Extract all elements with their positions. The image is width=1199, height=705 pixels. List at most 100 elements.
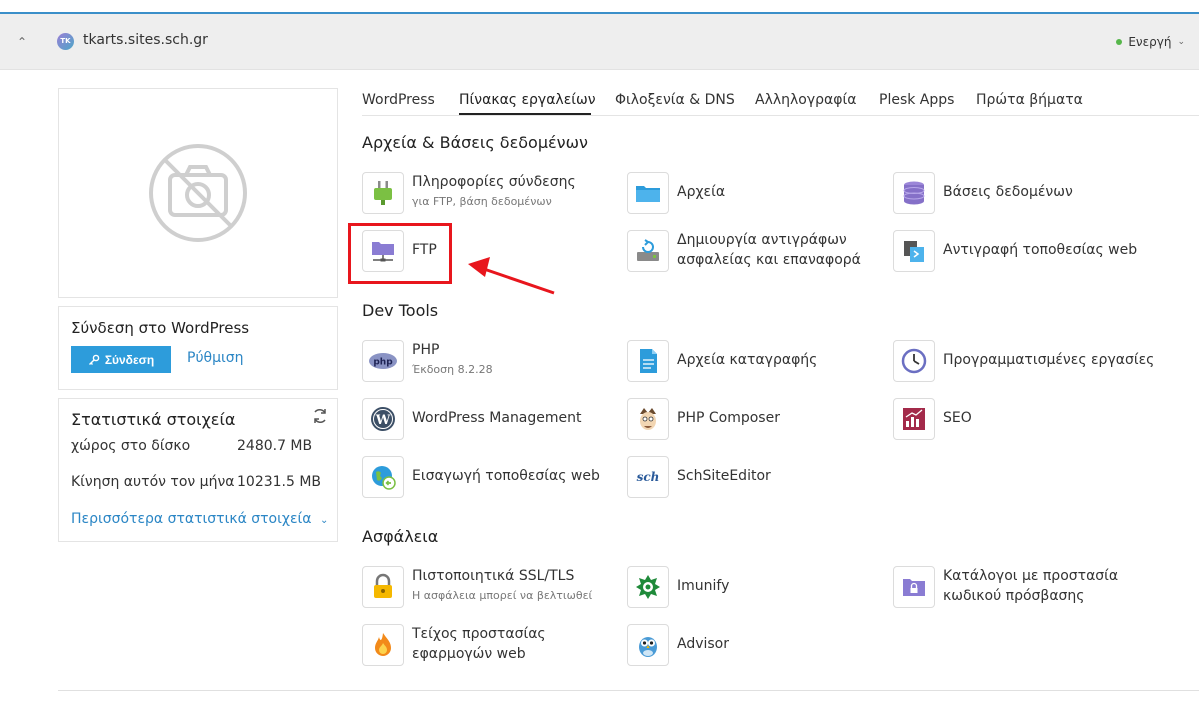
tool-php-composer[interactable]: PHP Composer <box>627 398 780 440</box>
wordpress-login-label: Σύνδεση <box>104 352 155 367</box>
tool-label-line2: εφαρμογών web <box>412 646 526 662</box>
database-icon <box>893 172 935 214</box>
tool-sublabel: Η ασφάλεια μπορεί να βελτιωθεί <box>412 589 593 602</box>
tool-connection-info[interactable]: Πληροφορίες σύνδεσης για FTP, βάση δεδομ… <box>362 172 576 214</box>
wordpress-icon: W <box>362 398 404 440</box>
tool-label: Imunify <box>677 578 730 594</box>
php-icon: php <box>362 340 404 382</box>
tool-label-line2: κωδικού πρόσβασης <box>943 588 1085 604</box>
status-dropdown[interactable]: Ενεργή ⌄ <box>1116 35 1185 49</box>
tool-label: Εισαγωγή τοποθεσίας web <box>412 468 600 484</box>
section-title-security: Ασφάλεια <box>362 527 439 546</box>
tool-label: Αρχεία <box>677 184 726 200</box>
globe-import-icon <box>362 456 404 498</box>
tool-label: Βάσεις δεδομένων <box>943 184 1073 200</box>
tool-imunify[interactable]: Imunify <box>627 566 729 608</box>
composer-icon <box>627 398 669 440</box>
footer-divider <box>58 690 1199 691</box>
tool-sublabel: για FTP, βάση δεδομένων <box>412 195 552 208</box>
status-label: Ενεργή <box>1128 35 1172 49</box>
tool-label: Αντιγραφή τοποθεσίας web <box>943 242 1138 258</box>
statistics-title: Στατιστικά στοιχεία <box>71 410 236 429</box>
annotation-arrow-icon <box>468 257 555 295</box>
status-dot-icon <box>1116 39 1123 45</box>
tool-scheduled-tasks[interactable]: Προγραμματισμένες εργασίες <box>893 340 1154 382</box>
wordpress-setup-link[interactable]: Ρύθμιση <box>187 350 244 366</box>
tool-label: Κατάλογοι με προστασία <box>943 568 1119 584</box>
tool-label: PHP <box>412 342 440 358</box>
sch-logo-icon: sch <box>627 456 669 498</box>
tab-wordpress[interactable]: WordPress <box>362 92 435 108</box>
tool-label: PHP Composer <box>677 410 780 426</box>
tool-label: Πιστοποιητικά SSL/TLS <box>412 568 575 584</box>
copy-site-icon <box>893 230 935 272</box>
tabs-border <box>362 115 1199 116</box>
owl-icon <box>627 624 669 666</box>
tool-label: SEO <box>943 410 972 426</box>
disk-usage-value: 2480.7 MB <box>237 438 313 454</box>
tool-schsiteeditor[interactable]: sch SchSiteEditor <box>627 456 771 498</box>
flame-icon <box>362 624 404 666</box>
tool-copy-website[interactable]: Αντιγραφή τοποθεσίας web <box>893 230 1137 272</box>
tool-ssl-certificates[interactable]: Πιστοποιητικά SSL/TLS Η ασφάλεια μπορεί … <box>362 566 592 608</box>
site-preview <box>58 88 338 298</box>
tool-label: WordPress Management <box>412 410 582 426</box>
chevron-down-icon: ⌄ <box>1177 37 1185 47</box>
tool-databases[interactable]: Βάσεις δεδομένων <box>893 172 1073 214</box>
collapse-chevron-icon[interactable]: ⌃ <box>14 34 30 50</box>
active-tab-indicator <box>459 113 591 115</box>
tab-hosting-dns[interactable]: Φιλοξενία & DNS <box>615 92 735 108</box>
tool-label: Προγραμματισμένες εργασίες <box>943 352 1155 368</box>
key-icon <box>88 354 100 365</box>
traffic-label: Κίνηση αυτόν τον μήνα <box>71 474 235 490</box>
tool-seo[interactable]: SEO <box>893 398 972 440</box>
tool-import-website[interactable]: Εισαγωγή τοποθεσίας web <box>362 456 600 498</box>
refresh-icon[interactable] <box>311 407 329 425</box>
seo-chart-icon <box>893 398 935 440</box>
site-badge-icon: TK <box>57 33 74 50</box>
tool-web-application-firewall[interactable]: Τείχος προστασίας εφαρμογών web <box>362 624 546 666</box>
tool-label-line2: ασφαλείας και επαναφορά <box>677 252 861 268</box>
tab-mail[interactable]: Αλληλογραφία <box>755 92 856 108</box>
no-preview-camera-icon <box>149 144 247 242</box>
tool-label: Advisor <box>677 636 730 652</box>
more-statistics-label: Περισσότερα στατιστικά στοιχεία <box>71 511 312 527</box>
log-file-icon <box>627 340 669 382</box>
wordpress-login-button[interactable]: Σύνδεση <box>71 346 171 373</box>
more-statistics-link[interactable]: Περισσότερα στατιστικά στοιχεία ⌄ <box>71 511 328 527</box>
imunify-icon <box>627 566 669 608</box>
wordpress-login-title: Σύνδεση στο WordPress <box>71 319 250 337</box>
padlock-icon <box>362 566 404 608</box>
sch-logo-text: sch <box>636 470 660 484</box>
tool-password-protected-directories[interactable]: Κατάλογοι με προστασία κωδικού πρόσβασης <box>893 566 1118 608</box>
wordpress-login-card: Σύνδεση στο WordPress Σύνδεση Ρύθμιση <box>58 306 338 390</box>
tool-php[interactable]: php PHP Έκδοση 8.2.28 <box>362 340 493 382</box>
tool-wordpress-management[interactable]: W WordPress Management <box>362 398 582 440</box>
tool-label: Πληροφορίες σύνδεσης <box>412 174 576 190</box>
tool-files[interactable]: Αρχεία <box>627 172 725 214</box>
section-title-files-databases: Αρχεία & Βάσεις δεδομένων <box>362 133 588 152</box>
tab-plesk-apps[interactable]: Plesk Apps <box>879 92 954 108</box>
tool-label: Τείχος προστασίας <box>412 626 546 642</box>
backup-icon <box>627 230 669 272</box>
tab-getting-started[interactable]: Πρώτα βήματα <box>976 92 1083 108</box>
tab-dashboard[interactable]: Πίνακας εργαλείων <box>459 92 596 108</box>
protected-folder-icon <box>893 566 935 608</box>
tool-sublabel: Έκδοση 8.2.28 <box>412 363 493 376</box>
site-header: ⌃ TK tkarts.sites.sch.gr Ενεργή ⌄ <box>0 14 1199 70</box>
tool-advisor[interactable]: Advisor <box>627 624 729 666</box>
tool-backup-restore[interactable]: Δημιουργία αντιγράφων ασφαλείας και επαν… <box>627 230 861 272</box>
tool-label: Αρχεία καταγραφής <box>677 352 818 368</box>
folder-icon <box>627 172 669 214</box>
disk-usage-label: χώρος στο δίσκο <box>71 438 191 454</box>
tool-label: Δημιουργία αντιγράφων <box>677 232 847 248</box>
ftp-highlight-box <box>348 223 452 284</box>
site-name[interactable]: tkarts.sites.sch.gr <box>83 32 208 48</box>
tool-logs[interactable]: Αρχεία καταγραφής <box>627 340 817 382</box>
svg-text:php: php <box>373 358 393 368</box>
traffic-value: 10231.5 MB <box>237 474 322 490</box>
plug-icon <box>362 172 404 214</box>
clock-icon <box>893 340 935 382</box>
section-title-dev-tools: Dev Tools <box>362 301 439 320</box>
chevron-down-icon: ⌄ <box>319 515 329 526</box>
